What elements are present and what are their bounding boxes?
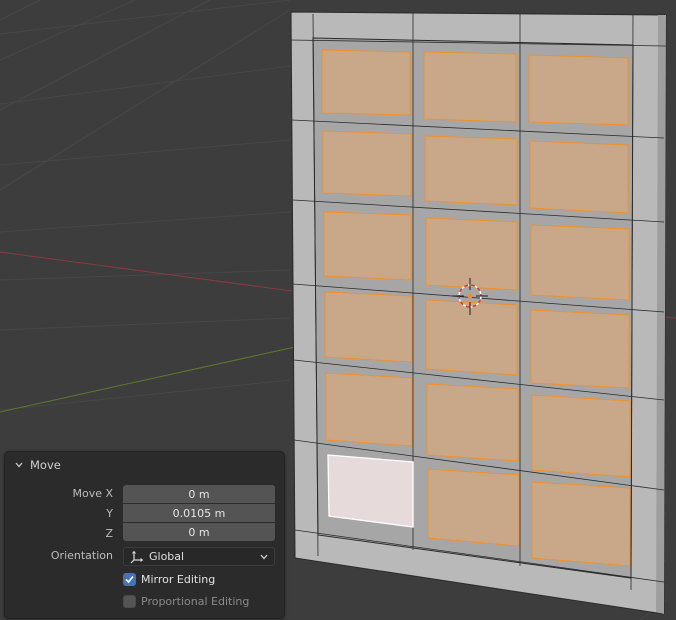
pane[interactable] [323,211,412,281]
orientation-value: Global [149,550,185,563]
pane[interactable] [528,54,629,126]
pane[interactable] [423,51,517,123]
move-y-label: Y [106,507,113,520]
orientation-dropdown[interactable]: Global [123,547,275,566]
y-axis-line [0,346,296,413]
proportional-editing-label: Proportional Editing [141,594,250,608]
mirror-editing-checkbox[interactable]: Mirror Editing [123,571,215,587]
orientation-label: Orientation [50,549,113,562]
pane[interactable] [530,309,630,389]
move-y-field[interactable]: 0.0105 m [123,504,275,522]
chevron-down-icon[interactable] [15,461,23,469]
panel-title: Move [30,458,61,472]
redo-last-panel[interactable]: Move Move X 0 m Y 0.0105 m Z 0 m Orienta… [4,451,285,619]
chevron-down-icon [260,554,268,560]
proportional-editing-checkbox[interactable]: Proportional Editing [123,593,249,609]
pane[interactable] [321,49,411,116]
pane[interactable] [531,394,631,478]
checkbox-checked[interactable] [123,572,136,586]
pane[interactable] [427,468,520,547]
move-z-label: Z [105,527,113,540]
pane[interactable] [529,140,629,214]
pane[interactable] [325,372,413,447]
pane[interactable] [424,135,518,206]
move-x-label: Move X [72,487,113,500]
active-pane[interactable] [327,454,414,528]
pane[interactable] [426,383,519,462]
mirror-editing-label: Mirror Editing [141,572,216,586]
pane[interactable] [425,299,518,376]
pane[interactable] [425,217,518,291]
panel-header[interactable]: Move [5,452,284,478]
checkmark-icon [125,575,134,583]
pane[interactable] [530,224,630,301]
pane[interactable] [324,291,413,363]
checkbox-unchecked[interactable] [123,594,136,608]
pane[interactable] [322,130,412,197]
orientation-axes-icon [130,550,144,564]
move-z-field[interactable]: 0 m [123,523,275,541]
move-x-field[interactable]: 0 m [123,485,275,503]
pane[interactable] [531,481,631,567]
